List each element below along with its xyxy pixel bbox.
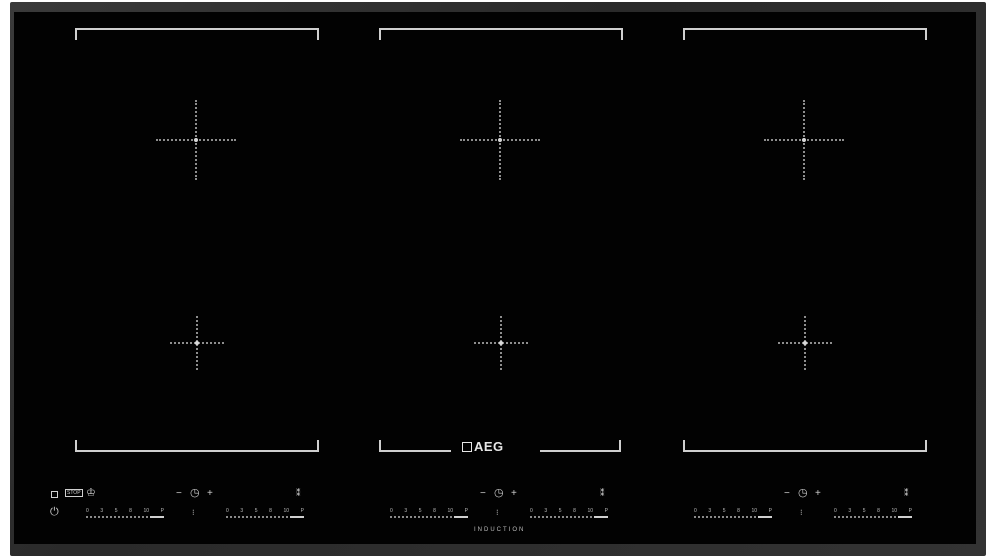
power-level-label: 5 [254,508,258,514]
power-level-label: 0 [390,508,393,514]
power-level-label: 3 [848,508,852,514]
power-level-label: P [464,508,468,514]
power-level-label: 3 [100,508,104,514]
power-level-label: 3 [708,508,712,514]
timer-plus-button[interactable]: + [207,489,213,499]
power-level-label: 10 [587,508,594,514]
power-level-labels: 0 3 5 8 10 P [694,508,772,514]
zone-right-bracket-bottom [683,440,927,452]
slider-max-mark [290,516,304,518]
timer-icon[interactable]: ◷ [494,488,504,499]
power-level-label: 10 [751,508,758,514]
power-level-label: 3 [544,508,548,514]
zone-left-top-marker[interactable] [156,100,236,180]
slider-max-mark [898,516,912,518]
timer-minus-button[interactable]: − [176,489,182,499]
slider-max-mark [454,516,468,518]
power-level-labels: 0 3 5 8 10 P [226,508,304,514]
zone-right-bottom-marker[interactable] [778,316,832,370]
power-level-label: 10 [283,508,290,514]
power-slider-front[interactable]: 0 3 5 8 10 P [694,508,772,522]
power-level-label: 0 [834,508,837,514]
power-level-label: 10 [143,508,150,514]
zone-center-bracket-top [379,28,623,40]
brand-logo: AEG [462,439,504,454]
zone-right-top-marker[interactable] [764,100,844,180]
power-level-label: 10 [447,508,454,514]
stop-go-button[interactable]: STOP [65,489,83,497]
chef-hat-icon[interactable]: ♔ [86,488,96,499]
zone-select-icon[interactable]: ⁝ [800,508,803,518]
zone-left-bracket-bottom [75,440,319,452]
power-slider-rear[interactable]: 0 3 5 8 10 P [226,508,304,522]
power-level-label: 8 [129,508,132,514]
power-level-label: 5 [558,508,562,514]
power-level-labels: 0 3 5 8 10 P [834,508,912,514]
bridge-icon[interactable]: ⁑ [904,488,909,498]
timer-plus-button[interactable]: + [815,489,821,499]
bridge-icon[interactable]: ⁑ [600,488,605,498]
power-icon[interactable]: ⏻ [50,507,59,518]
power-level-label: P [908,508,912,514]
power-level-label: P [160,508,164,514]
zone-center-top-marker[interactable] [460,100,540,180]
power-level-label: 0 [530,508,533,514]
timer-plus-button[interactable]: + [511,489,517,499]
power-level-label: P [768,508,772,514]
power-level-label: 5 [862,508,866,514]
slider-max-mark [150,516,164,518]
power-level-label: 3 [240,508,244,514]
power-level-label: 5 [722,508,726,514]
slider-max-mark [594,516,608,518]
power-level-label: 0 [694,508,697,514]
induction-label: INDUCTION [474,527,526,533]
power-level-labels: 0 3 5 8 10 P [390,508,468,514]
lock-icon[interactable] [51,491,58,498]
zone-left-bottom-marker[interactable] [170,316,224,370]
power-level-label: 0 [86,508,89,514]
power-level-labels: 0 3 5 8 10 P [530,508,608,514]
zone-right-bracket-top [683,28,927,40]
power-level-label: 8 [269,508,272,514]
timer-icon[interactable]: ◷ [190,488,200,499]
zone-center-bottom-marker[interactable] [474,316,528,370]
glass-cooktop [14,12,976,544]
timer-icon[interactable]: ◷ [798,488,808,499]
aeg-logo-mark-icon [462,442,472,452]
power-level-label: 8 [877,508,880,514]
zone-left-bracket-top [75,28,319,40]
zone-center-bracket-bottom-left [379,440,451,452]
bridge-icon[interactable]: ⁑ [296,488,301,498]
power-level-label: P [604,508,608,514]
power-level-label: 0 [226,508,229,514]
zone-select-icon[interactable]: ⁝ [496,508,499,518]
power-level-label: 5 [114,508,118,514]
power-level-label: 3 [404,508,408,514]
timer-minus-button[interactable]: − [784,489,790,499]
zone-select-icon[interactable]: ⁝ [192,508,195,518]
power-level-label: 5 [418,508,422,514]
power-level-label: 8 [433,508,436,514]
power-slider-front[interactable]: 0 3 5 8 10 P [86,508,164,522]
power-slider-rear[interactable]: 0 3 5 8 10 P [530,508,608,522]
power-level-label: 8 [573,508,576,514]
power-slider-front[interactable]: 0 3 5 8 10 P [390,508,468,522]
brand-name: AEG [474,439,504,454]
slider-max-mark [758,516,772,518]
power-level-labels: 0 3 5 8 10 P [86,508,164,514]
power-level-label: 8 [737,508,740,514]
power-level-label: 10 [891,508,898,514]
zone-center-bracket-bottom-right [540,440,621,452]
power-slider-rear[interactable]: 0 3 5 8 10 P [834,508,912,522]
timer-minus-button[interactable]: − [480,489,486,499]
power-level-label: P [300,508,304,514]
